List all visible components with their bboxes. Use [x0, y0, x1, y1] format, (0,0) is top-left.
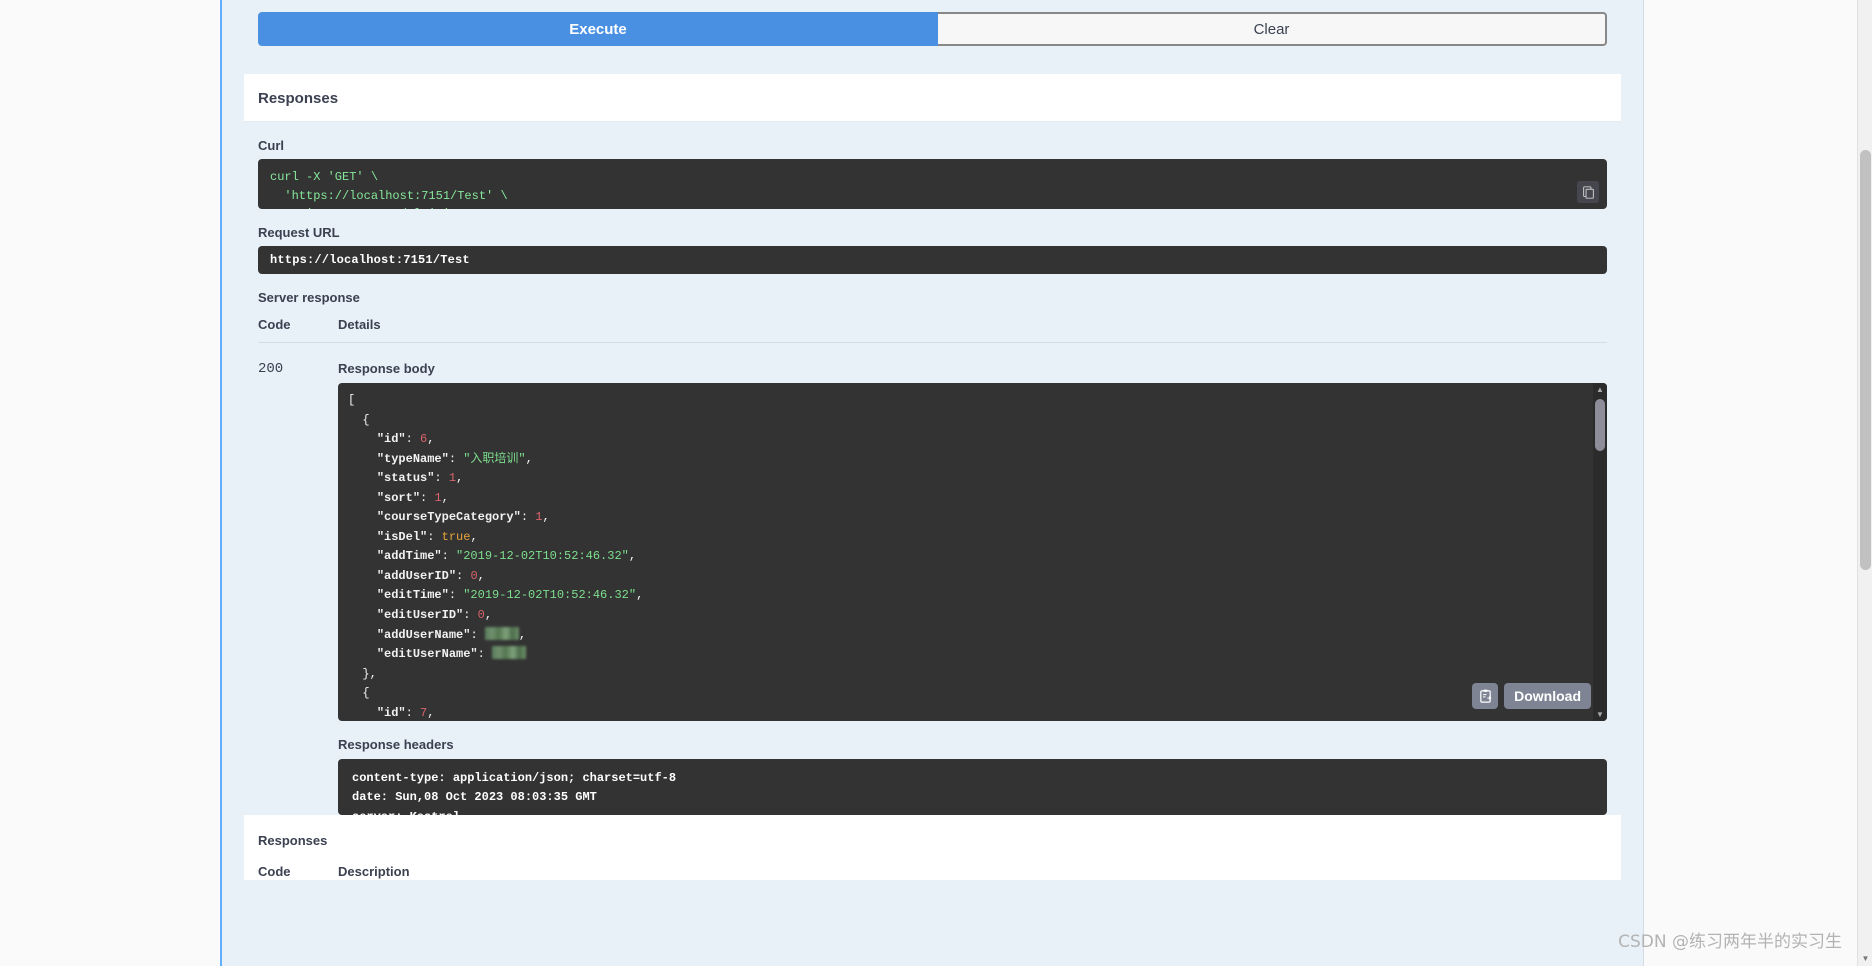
- action-button-row: Execute Clear: [258, 12, 1607, 46]
- operation-panel: Execute Clear Responses Curl curl -X 'GE…: [220, 0, 1644, 966]
- swagger-ui-page: Execute Clear Responses Curl curl -X 'GE…: [0, 0, 1872, 966]
- response-headers-box: content-type: application/json; charset=…: [338, 759, 1607, 815]
- request-url-label: Request URL: [258, 225, 1607, 240]
- download-bar: Download: [1472, 683, 1591, 709]
- responses-heading: Responses: [244, 74, 1621, 122]
- page-scrollbar[interactable]: ▼: [1857, 0, 1872, 966]
- server-response-label: Server response: [258, 290, 1607, 305]
- operation-inner: Execute Clear Responses Curl curl -X 'GE…: [222, 12, 1643, 880]
- copy-curl-button[interactable]: [1577, 181, 1599, 203]
- scroll-down-arrow-icon[interactable]: ▼: [1593, 708, 1607, 721]
- request-url-block: https://localhost:7151/Test: [258, 246, 1607, 274]
- curl-line-1: curl -X 'GET' \: [270, 170, 378, 184]
- curl-line-2: 'https://localhost:7151/Test' \: [270, 189, 508, 203]
- scrollbar-thumb[interactable]: [1595, 399, 1605, 451]
- curl-line-3: -H 'accept: text/plain': [270, 207, 450, 209]
- response-body-label: Response body: [338, 361, 1607, 376]
- server-response-table: Code Details 200 Response body [ { "id":…: [258, 317, 1607, 815]
- request-url-value: https://localhost:7151/Test: [270, 253, 470, 267]
- copy-to-clipboard-icon: [1582, 186, 1595, 199]
- bottom-column-header-description: Description: [338, 864, 410, 879]
- column-header-details: Details: [338, 317, 381, 332]
- response-body-scrollbar[interactable]: ▲ ▼: [1593, 383, 1607, 721]
- column-header-code: Code: [258, 317, 338, 332]
- response-details-cell: Response body [ { "id": 6, "typeName": "…: [338, 361, 1607, 815]
- page-scrollbar-thumb[interactable]: [1860, 150, 1871, 570]
- response-body-box: [ { "id": 6, "typeName": "入职培训", "status…: [338, 383, 1607, 721]
- copy-to-clipboard-icon: [1478, 689, 1493, 704]
- bottom-responses-table-header: Code Description: [244, 848, 1621, 879]
- clear-button[interactable]: Clear: [938, 12, 1607, 46]
- scroll-up-arrow-icon[interactable]: ▲: [1593, 383, 1607, 396]
- download-button[interactable]: Download: [1504, 683, 1591, 709]
- execute-button[interactable]: Execute: [258, 12, 938, 46]
- bottom-column-header-code: Code: [258, 864, 338, 879]
- response-body-json: [ { "id": 6, "typeName": "入职培训", "status…: [338, 383, 1593, 721]
- curl-label: Curl: [258, 138, 1607, 153]
- curl-code-block: curl -X 'GET' \ 'https://localhost:7151/…: [258, 159, 1607, 209]
- server-response-table-header: Code Details: [258, 317, 1607, 343]
- server-response-row: 200 Response body [ { "id": 6, "typeName…: [258, 343, 1607, 815]
- page-scroll-down-arrow-icon[interactable]: ▼: [1858, 951, 1872, 966]
- status-code-value: 200: [258, 361, 338, 815]
- csdn-watermark: CSDN @练习两年半的实习生: [1618, 927, 1842, 952]
- responses-content: Curl curl -X 'GET' \ 'https://localhost:…: [244, 122, 1621, 815]
- responses-wrapper: Responses Curl curl -X 'GET' \ 'https://…: [244, 74, 1621, 880]
- copy-response-button[interactable]: [1472, 683, 1498, 709]
- response-headers-label: Response headers: [338, 737, 1607, 752]
